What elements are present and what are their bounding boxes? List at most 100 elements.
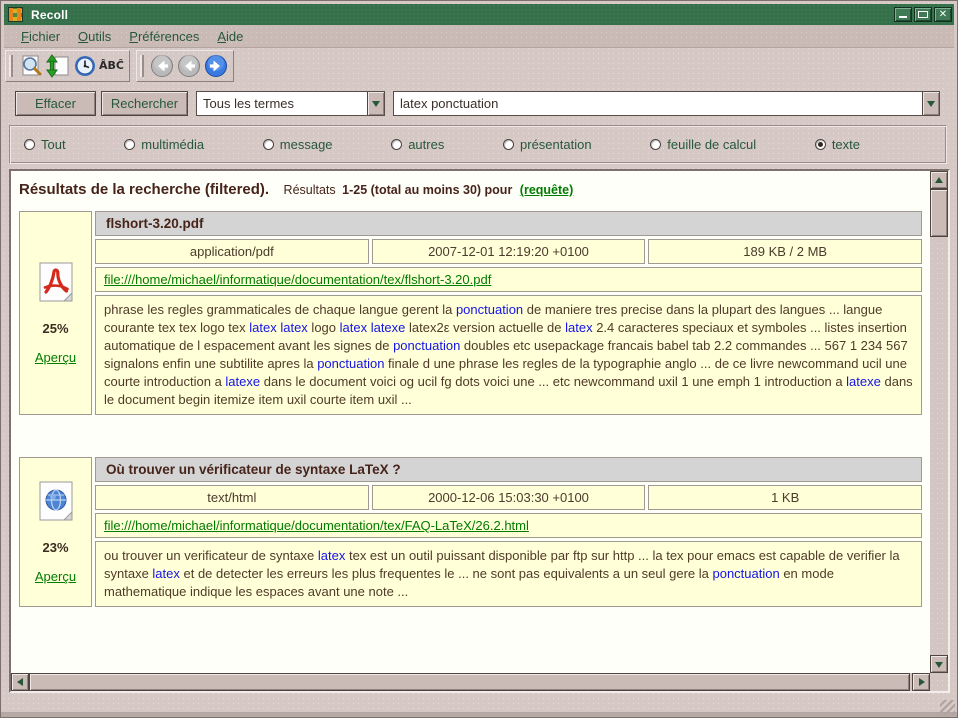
clear-button[interactable]: Effacer <box>15 91 96 116</box>
arrow-left-first-icon <box>150 54 174 78</box>
category-feuille-de-calcul[interactable]: feuille de calcul <box>650 137 756 152</box>
result-url-row: file:///home/michael/informatique/docume… <box>95 267 922 292</box>
previous-page-button[interactable] <box>175 53 202 79</box>
toolbar: ÂBĈ <box>5 49 240 82</box>
update-index-button[interactable] <box>44 53 71 79</box>
category-message[interactable]: message <box>263 137 333 152</box>
history-button[interactable] <box>71 53 98 79</box>
result-url-row: file:///home/michael/informatique/docume… <box>95 513 922 538</box>
result-url-link[interactable]: file:///home/michael/informatique/docume… <box>104 518 529 533</box>
radio-icon <box>263 139 274 150</box>
results-range: 1-25 (total au moins 30) pour <box>342 183 512 197</box>
result-url-link[interactable]: file:///home/michael/informatique/docume… <box>104 272 491 287</box>
result-snippet: ou trouver un verificateur de syntaxe la… <box>95 541 922 607</box>
category-texte[interactable]: texte <box>815 137 860 152</box>
result-entry: 23% Aperçu Où trouver un vérificateur de… <box>19 457 922 607</box>
results-horizontal-scrollbar[interactable] <box>11 673 930 691</box>
scroll-up-button[interactable] <box>930 171 948 189</box>
category-presentation[interactable]: présentation <box>503 137 592 152</box>
query-link[interactable]: (requête) <box>520 183 573 197</box>
radio-icon <box>650 139 661 150</box>
result-title: Où trouver un vérificateur de syntaxe La… <box>95 457 922 482</box>
resize-grip-icon[interactable] <box>940 700 955 715</box>
results-panel: Résultats de la recherche (filtered). Ré… <box>9 169 950 693</box>
menu-outils[interactable]: Outils <box>69 27 120 46</box>
relevance-percent: 25% <box>42 321 68 336</box>
menubar: Fichier Outils Préférences Aide <box>4 25 954 48</box>
menu-aide[interactable]: Aide <box>208 27 252 46</box>
abc-spell-icon: ÂBĈ <box>99 59 124 72</box>
category-label: texte <box>832 137 860 152</box>
chevron-down-icon <box>927 101 935 111</box>
menu-preferences[interactable]: Préférences <box>120 27 208 46</box>
category-label: présentation <box>520 137 592 152</box>
category-multimedia[interactable]: multimédia <box>124 137 204 152</box>
search-history-dropdown-button[interactable] <box>922 92 939 115</box>
pdf-document-icon <box>37 261 75 305</box>
first-page-button[interactable] <box>148 53 175 79</box>
term-explorer-button[interactable]: ÂBĈ <box>98 53 125 79</box>
window-title: Recoll <box>31 8 892 22</box>
scroll-down-button[interactable] <box>930 655 948 673</box>
toolbar-group-tools: ÂBĈ <box>5 50 130 82</box>
radio-icon <box>24 139 35 150</box>
clock-history-icon <box>73 54 97 78</box>
search-controls: Effacer Rechercher Tous les termes <box>15 91 940 116</box>
maximize-icon <box>918 11 928 18</box>
scroll-left-button[interactable] <box>11 673 29 691</box>
category-tout[interactable]: Tout <box>24 137 66 152</box>
results-header: Résultats de la recherche (filtered). Ré… <box>19 181 922 199</box>
vertical-scroll-thumb[interactable] <box>930 189 948 237</box>
search-button[interactable]: Rechercher <box>101 91 188 116</box>
search-mode-dropdown-button[interactable] <box>367 92 384 115</box>
menu-fichier[interactable]: Fichier <box>12 27 69 46</box>
category-autres[interactable]: autres <box>391 137 444 152</box>
triangle-left-icon <box>13 678 23 686</box>
recoll-app-icon <box>8 7 23 22</box>
result-side-panel: 23% Aperçu <box>19 457 92 607</box>
result-date: 2000-12-06 15:03:30 +0100 <box>372 485 646 510</box>
minimize-button[interactable] <box>894 7 912 22</box>
result-details: flshort-3.20.pdf application/pdf 2007-12… <box>95 211 922 415</box>
result-size: 189 KB / 2 MB <box>648 239 922 264</box>
search-mode-value: Tous les termes <box>197 92 367 115</box>
toolbar-drag-handle[interactable] <box>9 55 13 77</box>
category-filter-bar: Tout multimédia message autres présentat… <box>9 125 947 164</box>
results-vertical-scrollbar[interactable] <box>930 171 948 673</box>
next-page-button[interactable] <box>202 53 229 79</box>
arrow-left-icon <box>177 54 201 78</box>
search-document-icon <box>19 54 43 78</box>
chevron-down-icon <box>372 101 380 111</box>
maximize-button[interactable] <box>914 7 932 22</box>
result-meta-row: text/html 2000-12-06 15:03:30 +0100 1 KB <box>95 485 922 510</box>
result-details: Où trouver un vérificateur de syntaxe La… <box>95 457 922 607</box>
toolbar-group-navigation <box>136 50 234 82</box>
category-label: message <box>280 137 333 152</box>
horizontal-scroll-thumb[interactable] <box>29 673 910 691</box>
triangle-up-icon <box>935 173 943 183</box>
result-mime-type: application/pdf <box>95 239 369 264</box>
radio-icon <box>503 139 514 150</box>
preview-link[interactable]: Aperçu <box>35 569 76 584</box>
results-word: Résultats <box>284 183 336 197</box>
close-icon: ✕ <box>935 8 951 21</box>
triangle-right-icon <box>919 678 929 686</box>
search-mode-select[interactable]: Tous les termes <box>196 91 385 116</box>
category-label: multimédia <box>141 137 204 152</box>
result-meta-row: application/pdf 2007-12-01 12:19:20 +010… <box>95 239 922 264</box>
toolbar-drag-handle[interactable] <box>140 55 144 77</box>
arrow-right-icon <box>204 54 228 78</box>
relevance-percent: 23% <box>42 540 68 555</box>
result-entry: 25% Aperçu flshort-3.20.pdf application/… <box>19 211 922 415</box>
preview-link[interactable]: Aperçu <box>35 350 76 365</box>
close-button[interactable]: ✕ <box>934 7 952 22</box>
category-label: autres <box>408 137 444 152</box>
html-document-icon <box>37 480 75 524</box>
clear-search-button[interactable] <box>17 53 44 79</box>
category-label: Tout <box>41 137 66 152</box>
scroll-right-button[interactable] <box>912 673 930 691</box>
radio-icon <box>815 139 826 150</box>
titlebar[interactable]: Recoll ✕ <box>4 4 954 25</box>
search-input[interactable] <box>394 92 922 115</box>
triangle-down-icon <box>935 662 943 672</box>
